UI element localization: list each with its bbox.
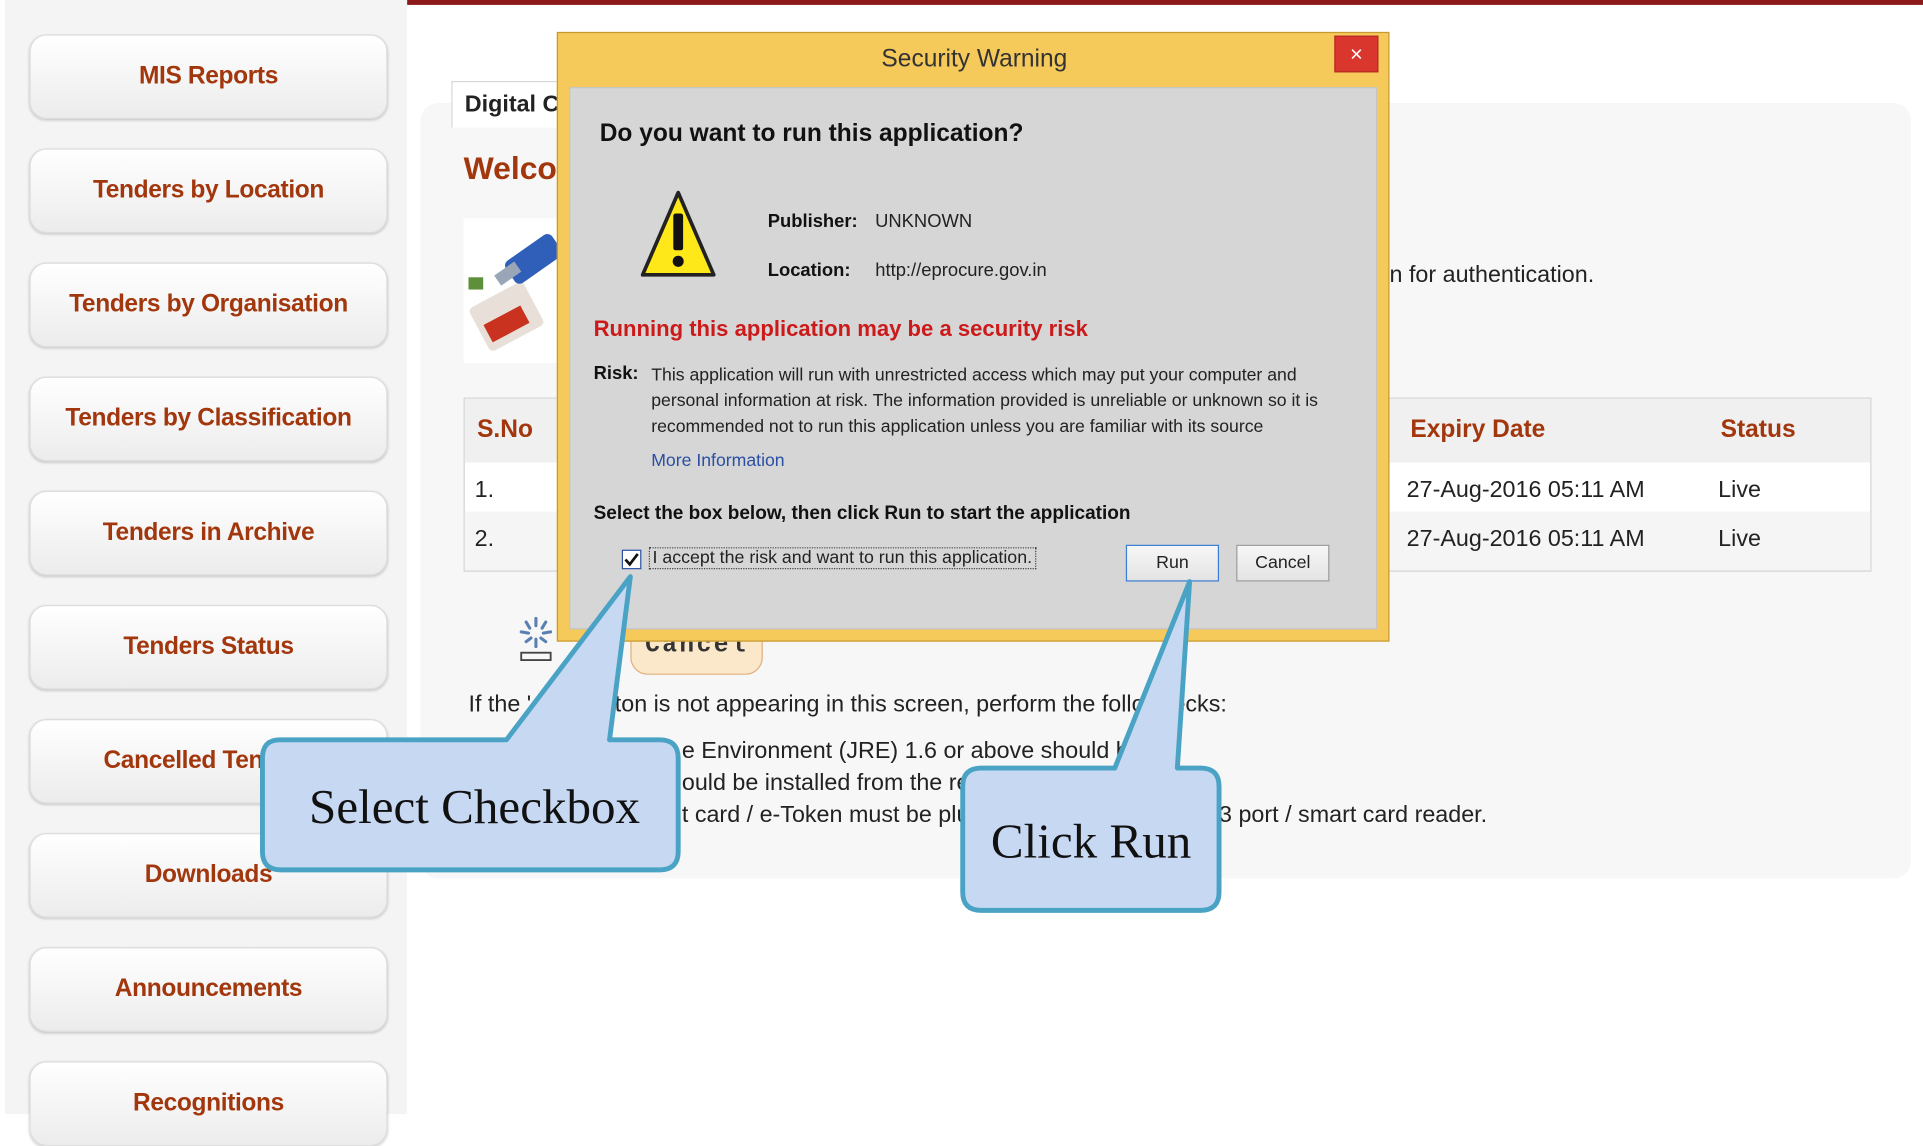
select-checkbox-callout-text: Select Checkbox [309, 779, 641, 835]
tutorial-callouts [259, 574, 1222, 913]
screen: MIS Reports Tenders by Location Tenders … [0, 0, 1923, 1146]
click-run-callout-text: Click Run [990, 813, 1192, 869]
